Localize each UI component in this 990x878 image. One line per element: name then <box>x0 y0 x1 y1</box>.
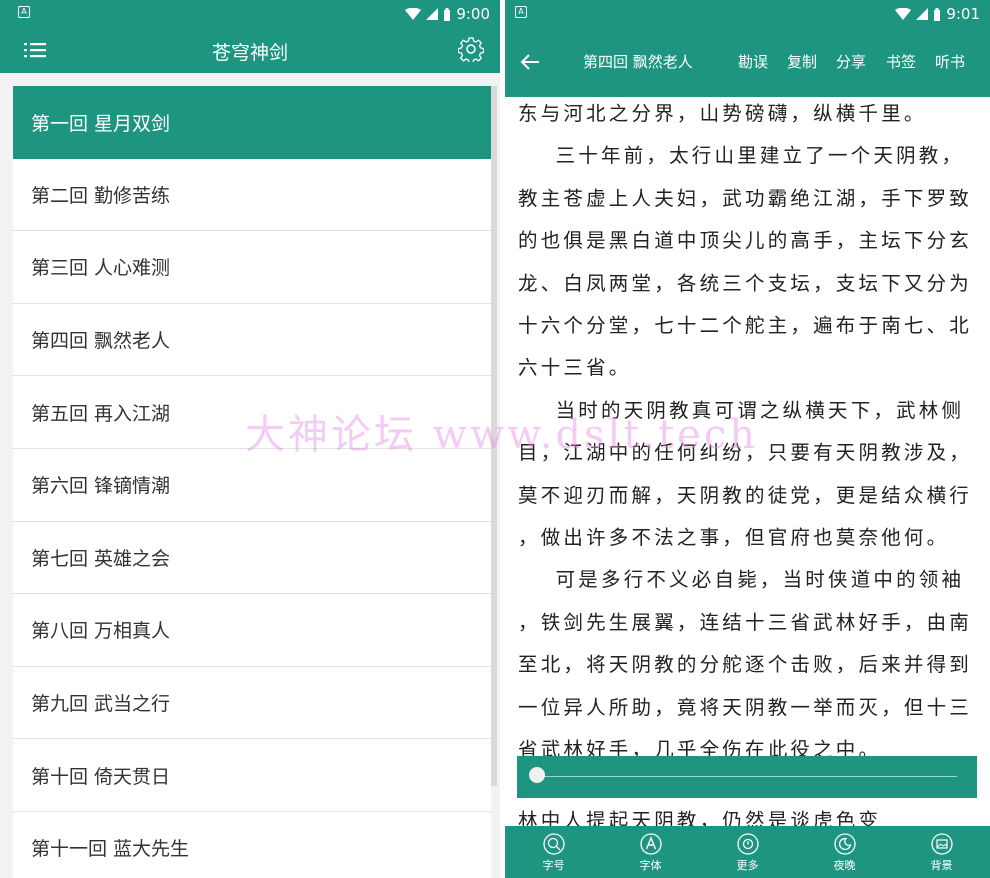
moon-icon <box>833 833 856 855</box>
font-label: 字体 <box>639 859 662 872</box>
night-mode-button[interactable]: 夜晚 <box>796 826 893 878</box>
content-line: 教主苍虚上人夫妇，武功霸绝江湖，手下罗致 <box>518 186 973 210</box>
battery-icon <box>444 7 451 21</box>
signal-icon <box>426 8 439 20</box>
back-arrow-icon[interactable] <box>519 51 541 73</box>
reader-bottom-bar: 字号 字体 更多 夜晚 背景 <box>505 826 990 878</box>
background-label: 背景 <box>930 859 953 872</box>
reader-toolbar: 第四回 飘然老人 勘误 复制 分享 书签 听书 <box>505 27 990 97</box>
content-line: 一位异人所助，竟将天阴教一举而灭，但十三 <box>518 695 973 719</box>
status-bar: A 9:01 <box>505 0 990 27</box>
watermark-text: 大神论坛 www.dslt.tech <box>245 412 759 458</box>
chapter-item-1[interactable]: 第一回 星月双剑 <box>13 86 491 159</box>
progress-slider-thumb[interactable] <box>529 767 545 783</box>
wifi-icon <box>405 8 422 20</box>
chapter-item-4[interactable]: 第四回 飘然老人 <box>13 303 491 377</box>
status-time: 9:01 <box>946 5 980 23</box>
background-image-icon <box>930 833 953 855</box>
chapter-title: 第四回 飘然老人 <box>583 53 693 71</box>
wifi-icon <box>895 8 912 20</box>
gear-icon[interactable] <box>458 36 484 62</box>
status-time: 9:00 <box>456 5 490 23</box>
content-line: 可是多行不义必自毙，当时侠道中的领袖 <box>518 568 965 592</box>
content-line: ，铁剑先生展翼，连结十三省武林好手，由南 <box>518 610 973 634</box>
status-bar: A 9:00 <box>0 0 500 27</box>
font-size-button[interactable]: 字号 <box>505 826 602 878</box>
notification-icon: A <box>18 6 30 18</box>
content-line: 至北，将天阴教的分舵逐个击败，后来并得到 <box>518 653 973 677</box>
share-button[interactable]: 分享 <box>836 51 866 72</box>
chapter-item-8[interactable]: 第八回 万相真人 <box>13 594 491 667</box>
bookmark-button[interactable]: 书签 <box>886 51 916 72</box>
signal-icon <box>916 8 929 20</box>
progress-slider-track[interactable] <box>539 776 957 777</box>
notification-icon: A <box>515 6 527 18</box>
more-button[interactable]: 更多 <box>699 826 796 878</box>
battery-icon <box>934 7 941 21</box>
content-line: 六十三省。 <box>518 356 632 380</box>
chapter-item-3[interactable]: 第三回 人心难测 <box>13 231 491 304</box>
listen-button[interactable]: 听书 <box>935 51 965 72</box>
content-line: 三十年前，太行山里建立了一个天阴教， <box>518 144 965 168</box>
night-label: 夜晚 <box>833 859 856 872</box>
chapter-item-2[interactable]: 第二回 勤修苦练 <box>13 158 491 232</box>
content-line: ，做出许多不法之事，但官府也莫奈他何。 <box>518 526 950 550</box>
more-label: 更多 <box>736 859 759 872</box>
chapter-item-9[interactable]: 第九回 武当之行 <box>13 666 491 740</box>
book-title: 苍穹神剑 <box>211 42 288 64</box>
chapter-item-7[interactable]: 第七回 英雄之会 <box>13 521 491 595</box>
content-line: 的也俱是黑白道中顶尖儿的高手，主坛下分玄 <box>518 229 973 253</box>
chapter-list: 第一回 星月双剑 第二回 勤修苦练 第三回 人心难测 第四回 飘然老人 第五回 … <box>13 86 491 878</box>
font-icon <box>639 833 662 855</box>
content-line: 十六个分堂，七十二个舵主，遍布于南七、北 <box>518 314 973 338</box>
font-size-icon <box>542 833 565 855</box>
content-line: 莫不迎刃而解，天阴教的徒党，更是结众横行 <box>518 483 973 507</box>
background-button[interactable]: 背景 <box>893 826 990 878</box>
progress-slider-panel <box>517 756 977 798</box>
copy-button[interactable]: 复制 <box>787 51 817 72</box>
app-bar: 苍穹神剑 <box>0 27 500 73</box>
chapter-item-11[interactable]: 第十一回 蓝大先生 <box>13 811 491 878</box>
more-icon <box>736 833 759 855</box>
content-line: 东与河北之分界，山势磅礴，纵横千里。 <box>518 102 927 125</box>
chapter-item-10[interactable]: 第十回 倚天贯日 <box>13 739 491 812</box>
font-button[interactable]: 字体 <box>602 826 699 878</box>
correct-button[interactable]: 勘误 <box>738 51 768 72</box>
font-size-label: 字号 <box>542 859 565 872</box>
content-line: 龙、白凤两堂，各统三个支坛，支坛下又分为 <box>518 271 973 295</box>
